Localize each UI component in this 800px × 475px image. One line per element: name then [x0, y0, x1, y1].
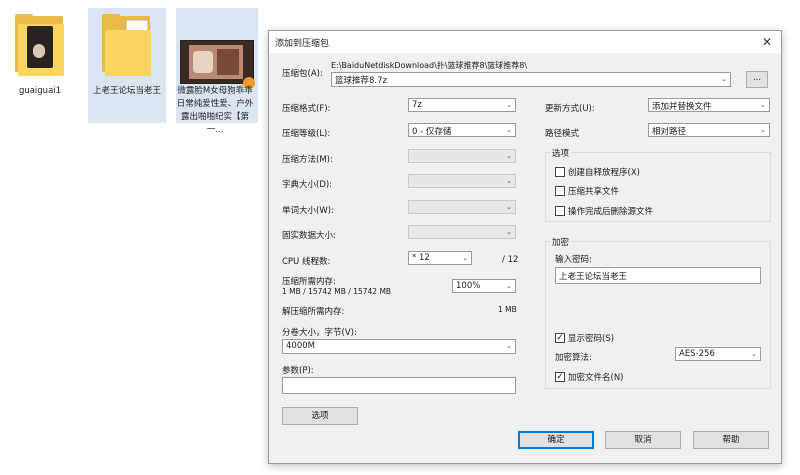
chevron-down-icon: ⌄ [760, 126, 766, 134]
shared-checkbox[interactable] [555, 186, 565, 196]
update-label: 更新方式(U): [545, 104, 595, 114]
delete-checkbox[interactable] [555, 206, 565, 216]
mem-percent-value: 100% [456, 281, 481, 291]
encryption-group-label: 加密 [550, 236, 572, 248]
desktop-icon-label: guaiguai1 [18, 86, 62, 96]
method-select[interactable]: ⌄ [408, 149, 516, 163]
level-select[interactable]: 0 - 仅存储 ⌄ [408, 123, 516, 137]
desktop-icon-guaiguai1[interactable]: guaiguai1 [1, 8, 79, 123]
video-file-icon [180, 40, 255, 89]
cancel-button[interactable]: 取消 [605, 431, 681, 449]
options-button[interactable]: 选项 [282, 407, 358, 425]
password-label: 输入密码: [555, 255, 592, 265]
cpu-label: CPU 线程数: [282, 257, 331, 267]
sfx-checkbox[interactable] [555, 167, 565, 177]
solid-label: 固实数据大小: [282, 231, 336, 241]
decomp-value: 1 MB [498, 305, 517, 314]
cpu-value: * 12 [412, 253, 430, 263]
add-to-archive-dialog: 添加到压缩包 ✕ 压缩包(A): E:\BaiduNetdiskDownload… [268, 30, 782, 464]
level-value: 0 - 仅存储 [412, 127, 452, 137]
word-label: 单词大小(W): [282, 206, 334, 216]
ok-button[interactable]: 确定 [518, 431, 594, 449]
show-password-label: 显示密码(S) [568, 334, 615, 344]
archive-name-combo[interactable]: 篮球推荐8.7z ⌄ [331, 72, 731, 87]
method-label: 压缩方法(M): [282, 155, 333, 165]
chevron-down-icon: ⌄ [462, 254, 468, 262]
format-value: 7z [412, 100, 422, 110]
browse-button[interactable]: ... [746, 71, 768, 88]
desktop-icon-laowang[interactable]: 上老王论坛当老王 [88, 8, 166, 123]
chevron-down-icon: ⌄ [506, 228, 512, 236]
title-bar: 添加到压缩包 ✕ [269, 31, 781, 53]
shared-label: 压缩共享文件 [568, 187, 620, 197]
chevron-down-icon: ⌄ [751, 350, 757, 358]
desktop-icon-video[interactable]: 微露脸M女母狗乖乖日常纯爱性爱、户外露出啪啪纪实【第一... [176, 8, 258, 135]
password-input[interactable]: 上老王论坛当老王 [555, 267, 761, 284]
algo-value: AES-256 [679, 349, 715, 359]
encrypt-names-checkbox[interactable]: ✓ [555, 372, 565, 382]
chevron-down-icon: ⌄ [506, 203, 512, 211]
cpu-max: / 12 [502, 255, 519, 265]
encrypt-names-label: 加密文件名(N) [568, 373, 624, 383]
desktop-icon-label: 微露脸M女母狗乖乖日常纯爱性爱、户外露出啪啪纪实【第一... [176, 86, 254, 135]
update-mode-select[interactable]: 添加并替换文件 ⌄ [648, 98, 770, 112]
decomp-label: 解压缩所需内存: [282, 307, 345, 317]
algo-label: 加密算法: [555, 353, 592, 363]
sfx-label: 创建自释放程序(X) [568, 168, 640, 178]
solid-select[interactable]: ⌄ [408, 225, 516, 239]
mem-percent-select[interactable]: 100% ⌄ [452, 279, 516, 293]
param-input[interactable] [282, 377, 516, 394]
level-label: 压缩等级(L): [282, 129, 331, 139]
split-size-combo[interactable]: 4000M ⌄ [282, 339, 516, 354]
update-value: 添加并替换文件 [652, 102, 712, 112]
path-mode-select[interactable]: 相对路径 ⌄ [648, 123, 770, 137]
split-value: 4000M [286, 341, 315, 351]
algo-select[interactable]: AES-256 ⌄ [675, 347, 761, 361]
chevron-down-icon: ⌄ [506, 101, 512, 109]
chevron-down-icon: ⌄ [506, 152, 512, 160]
path-mode-value: 相对路径 [652, 127, 687, 137]
chevron-down-icon: ⌄ [506, 126, 512, 134]
split-label: 分卷大小，字节(V): [282, 328, 357, 338]
mem-label: 压缩所需内存: [282, 277, 336, 287]
format-label: 压缩格式(F): [282, 104, 331, 114]
dict-select[interactable]: ⌄ [408, 174, 516, 188]
cpu-threads-select[interactable]: * 12 ⌄ [408, 251, 472, 265]
archive-label: 压缩包(A): [282, 69, 323, 79]
archive-name-value: 篮球推荐8.7z [335, 76, 387, 86]
folder-icon [102, 14, 152, 76]
password-value: 上老王论坛当老王 [559, 272, 628, 282]
word-select[interactable]: ⌄ [408, 200, 516, 214]
chevron-down-icon: ⌄ [506, 342, 512, 350]
format-select[interactable]: 7z ⌄ [408, 98, 516, 112]
dict-label: 字典大小(D): [282, 180, 333, 190]
mem-value: 1 MB / 15742 MB / 15742 MB [282, 287, 392, 296]
show-password-checkbox[interactable]: ✓ [555, 333, 565, 343]
dialog-title: 添加到压缩包 [275, 39, 330, 49]
options-group-label: 选项 [550, 147, 572, 159]
chevron-down-icon: ⌄ [760, 101, 766, 109]
chevron-down-icon: ⌄ [721, 75, 727, 83]
chevron-down-icon: ⌄ [506, 282, 512, 290]
close-icon[interactable]: ✕ [759, 34, 775, 50]
chevron-down-icon: ⌄ [506, 177, 512, 185]
help-button[interactable]: 帮助 [693, 431, 769, 449]
archive-path: E:\BaiduNetdiskDownload\扑\篮球推荐8\篮球推荐8\ [331, 61, 528, 70]
desktop-icon-label: 上老王论坛当老王 [92, 86, 161, 96]
param-label: 参数(P): [282, 366, 314, 376]
delete-label: 操作完成后删除源文件 [568, 207, 654, 217]
folder-icon [15, 14, 65, 76]
path-mode-label: 路径模式 [545, 129, 580, 139]
